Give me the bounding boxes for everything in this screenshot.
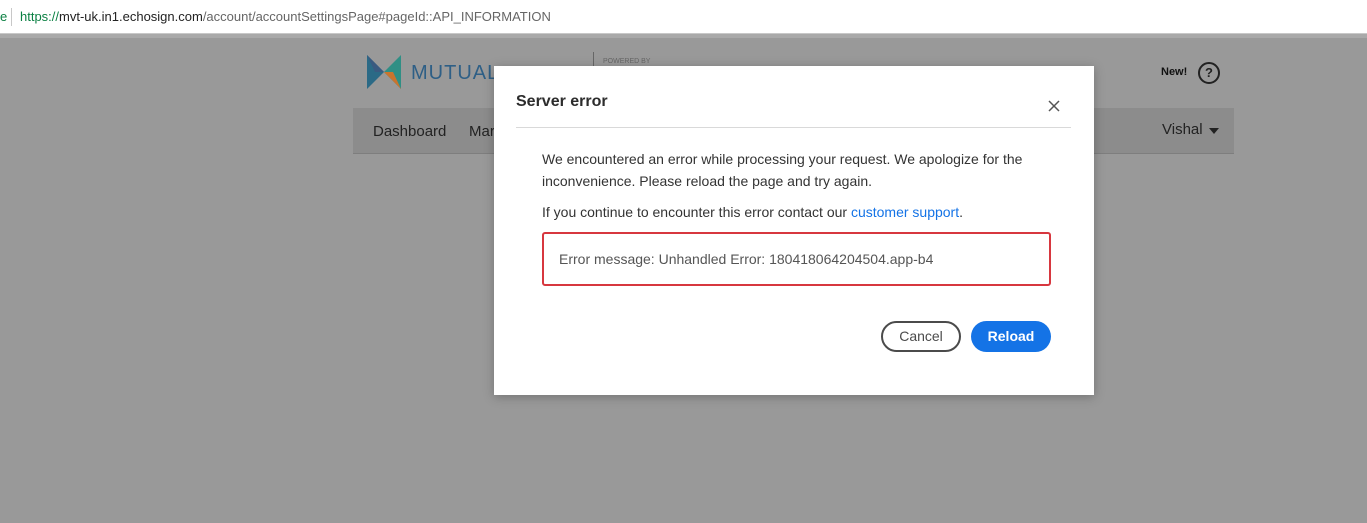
browser-address-bar[interactable]: e https://mvt-uk.in1.echosign.com/accoun… — [0, 0, 1367, 34]
secure-indicator: e — [0, 9, 8, 24]
cancel-button[interactable]: Cancel — [881, 321, 961, 352]
contact-support-text: If you continue to encounter this error … — [542, 201, 1052, 223]
error-description: We encountered an error while processing… — [542, 151, 1023, 189]
dialog-body: We encountered an error while processing… — [542, 148, 1052, 223]
url-host: mvt-uk.in1.echosign.com — [59, 9, 203, 24]
url-text[interactable]: https://mvt-uk.in1.echosign.com/account/… — [20, 9, 551, 24]
address-bar-divider — [11, 8, 12, 26]
url-path: /account/accountSettingsPage#pageId::API… — [202, 9, 551, 24]
dialog-title: Server error — [516, 93, 608, 110]
reload-button[interactable]: Reload — [971, 321, 1051, 352]
customer-support-link[interactable]: customer support — [851, 204, 959, 220]
error-message-text: Error message: Unhandled Error: 18041806… — [559, 251, 934, 267]
contact-prefix: If you continue to encounter this error … — [542, 204, 851, 220]
dialog-divider — [516, 127, 1071, 128]
server-error-dialog: Server error We encountered an error whi… — [494, 66, 1094, 395]
url-scheme: https:// — [20, 9, 60, 24]
error-message-box: Error message: Unhandled Error: 18041806… — [542, 232, 1051, 286]
close-icon[interactable] — [1046, 98, 1062, 114]
contact-suffix: . — [959, 204, 964, 220]
